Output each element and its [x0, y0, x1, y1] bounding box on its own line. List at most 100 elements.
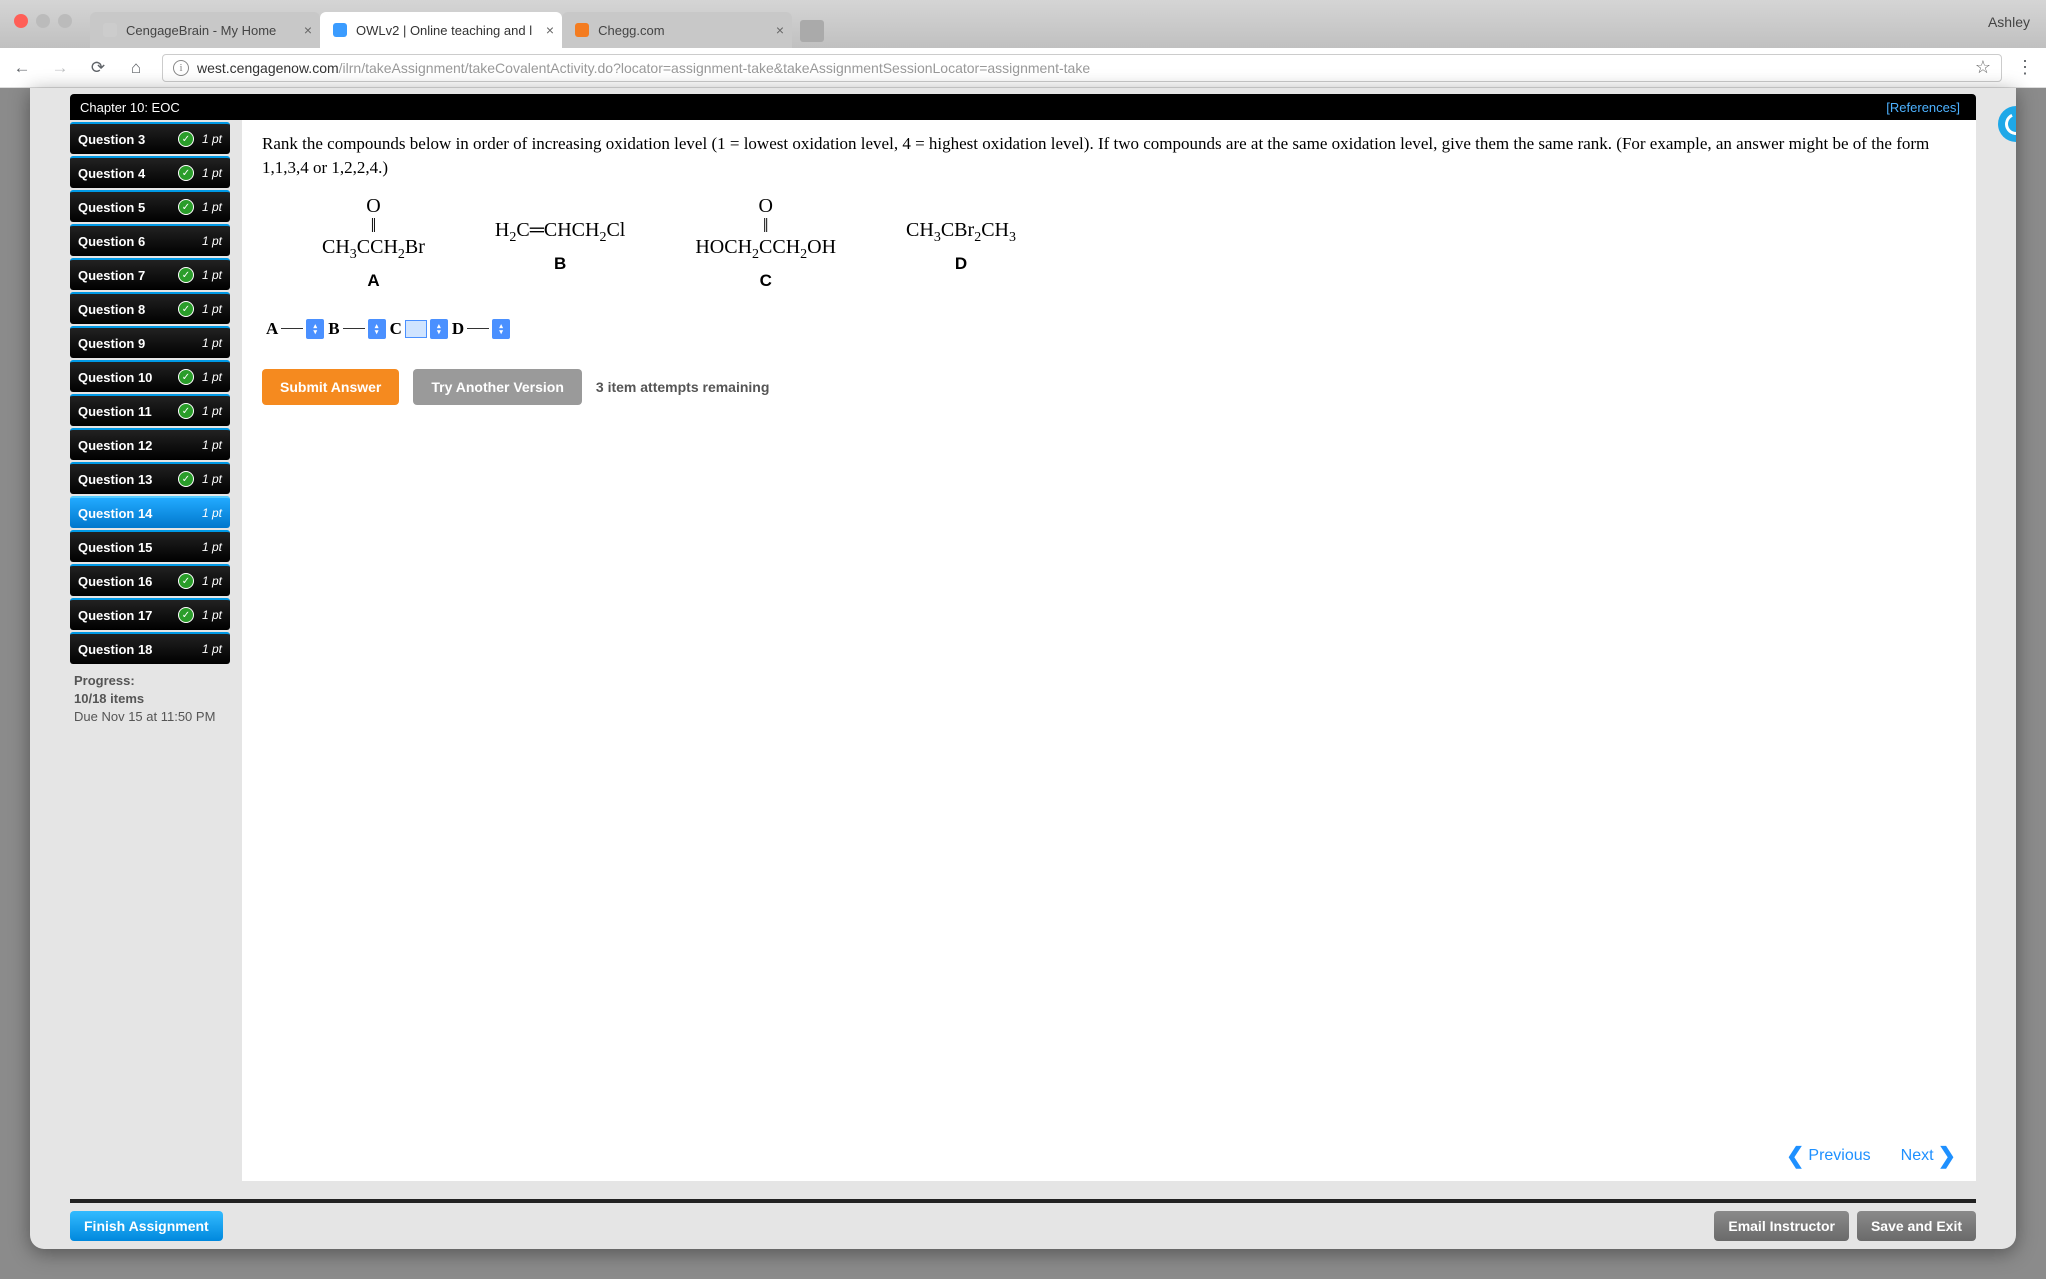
- question-points: 1 pt: [202, 268, 222, 282]
- previous-button[interactable]: ❮Previous: [1786, 1143, 1871, 1169]
- check-icon: ✓: [178, 471, 194, 487]
- compound-label: D: [906, 254, 1016, 274]
- tab-title: CengageBrain - My Home: [126, 23, 276, 38]
- question-panel: Rank the compounds below in order of inc…: [242, 120, 1976, 1181]
- progress-label: Progress:: [74, 672, 226, 690]
- address-bar[interactable]: i west.cengagenow.com/ilrn/takeAssignmen…: [162, 54, 2002, 82]
- bookmark-star-icon[interactable]: ☆: [1975, 57, 1991, 78]
- site-info-icon[interactable]: i: [173, 60, 189, 76]
- rank-spinner[interactable]: [368, 319, 386, 339]
- question-nav-item[interactable]: Question 17✓1 pt: [70, 598, 230, 630]
- compound-formula: CH3CBr2CH3: [906, 196, 1016, 246]
- question-nav-item[interactable]: Question 91 pt: [70, 326, 230, 358]
- question-points: 1 pt: [202, 234, 222, 248]
- answer-blank[interactable]: [343, 328, 365, 329]
- question-nav-item[interactable]: Question 4✓1 pt: [70, 156, 230, 188]
- question-label: Question 18: [78, 642, 202, 657]
- answer-slot: B: [328, 319, 385, 339]
- check-icon: ✓: [178, 573, 194, 589]
- email-instructor-button[interactable]: Email Instructor: [1714, 1211, 1849, 1241]
- question-prompt: Rank the compounds below in order of inc…: [262, 132, 1956, 180]
- submit-answer-button[interactable]: Submit Answer: [262, 369, 399, 405]
- attempts-remaining: 3 item attempts remaining: [596, 379, 770, 395]
- question-nav-item[interactable]: Question 11✓1 pt: [70, 394, 230, 426]
- browser-tab[interactable]: Chegg.com×: [562, 12, 792, 48]
- browser-tab[interactable]: CengageBrain - My Home ×: [90, 12, 320, 48]
- question-points: 1 pt: [202, 472, 222, 486]
- question-nav-item[interactable]: Question 141 pt: [70, 496, 230, 528]
- window-zoom-icon[interactable]: [58, 14, 72, 28]
- question-label: Question 13: [78, 472, 178, 487]
- question-label: Question 10: [78, 370, 178, 385]
- question-nav-item[interactable]: Question 16✓1 pt: [70, 564, 230, 596]
- question-label: Question 11: [78, 404, 178, 419]
- compound-formula: O‖HOCH2CCH2OH: [695, 196, 836, 263]
- answer-label: B: [328, 319, 339, 339]
- compound-label: B: [495, 254, 625, 274]
- answer-slot: D: [452, 319, 510, 339]
- question-label: Question 14: [78, 506, 202, 521]
- compound: H2C═CHCH2ClB: [495, 196, 625, 291]
- profile-name[interactable]: Ashley: [1988, 14, 2030, 30]
- question-points: 1 pt: [202, 166, 222, 180]
- browser-menu-icon[interactable]: ⋮: [2016, 57, 2034, 78]
- next-button[interactable]: Next❯: [1901, 1143, 1956, 1169]
- home-button[interactable]: ⌂: [126, 58, 146, 78]
- question-nav-item[interactable]: Question 10✓1 pt: [70, 360, 230, 392]
- question-points: 1 pt: [202, 506, 222, 520]
- tab-close-icon[interactable]: ×: [776, 22, 784, 38]
- tabs-container: CengageBrain - My Home×OWLv2 | Online te…: [90, 0, 792, 48]
- question-label: Question 9: [78, 336, 202, 351]
- question-label: Question 4: [78, 166, 178, 181]
- references-link[interactable]: [References]: [1886, 100, 1960, 115]
- rank-spinner[interactable]: [492, 319, 510, 339]
- question-label: Question 7: [78, 268, 178, 283]
- question-points: 1 pt: [202, 302, 222, 316]
- question-nav-item[interactable]: Question 61 pt: [70, 224, 230, 256]
- forward-button[interactable]: →: [50, 58, 70, 78]
- rank-spinner[interactable]: [430, 319, 448, 339]
- back-button[interactable]: ←: [12, 58, 32, 78]
- reload-button[interactable]: ⟳: [88, 58, 108, 78]
- answer-blank[interactable]: [405, 320, 427, 338]
- tab-close-icon[interactable]: ×: [304, 22, 312, 38]
- tab-title: OWLv2 | Online teaching and l: [356, 23, 532, 38]
- try-another-button[interactable]: Try Another Version: [413, 369, 582, 405]
- question-label: Question 17: [78, 608, 178, 623]
- question-nav-item[interactable]: Question 7✓ 1 pt: [70, 258, 230, 290]
- window-controls: [14, 14, 72, 28]
- check-icon: ✓: [178, 267, 194, 283]
- page-viewport: Chapter 10: EOC [References] Question 3✓…: [0, 88, 2046, 1279]
- question-label: Question 8: [78, 302, 178, 317]
- question-nav-item[interactable]: Question 5✓1 pt: [70, 190, 230, 222]
- rank-spinner[interactable]: [306, 319, 324, 339]
- question-nav-item[interactable]: Question 151 pt: [70, 530, 230, 562]
- question-nav-item[interactable]: Question 181 pt: [70, 632, 230, 664]
- answer-label: D: [452, 319, 464, 339]
- answer-blank[interactable]: [467, 328, 489, 329]
- finish-assignment-button[interactable]: Finish Assignment: [70, 1211, 223, 1241]
- window-close-icon[interactable]: [14, 14, 28, 28]
- compound: CH3CBr2CH3 D: [906, 196, 1016, 291]
- progress-count: 10/18 items: [74, 690, 226, 708]
- question-nav-item[interactable]: Question 121 pt: [70, 428, 230, 460]
- answer-blank[interactable]: [281, 328, 303, 329]
- chevron-left-icon: ❮: [1786, 1143, 1804, 1169]
- window-minimize-icon[interactable]: [36, 14, 50, 28]
- tab-close-icon[interactable]: ×: [546, 22, 554, 38]
- question-points: 1 pt: [202, 336, 222, 350]
- question-nav-item[interactable]: Question 13✓ 1 pt: [70, 462, 230, 494]
- question-points: 1 pt: [202, 608, 222, 622]
- question-points: 1 pt: [202, 200, 222, 214]
- tab-favicon: [332, 22, 348, 38]
- question-nav-item[interactable]: Question 3✓1 pt: [70, 122, 230, 154]
- due-label: Due Nov 15 at 11:50 PM: [74, 708, 226, 726]
- question-points: 1 pt: [202, 370, 222, 384]
- help-icon[interactable]: [1998, 106, 2016, 142]
- url-text: west.cengagenow.com/ilrn/takeAssignment/…: [197, 60, 1967, 76]
- new-tab-button[interactable]: [800, 20, 824, 42]
- chevron-right-icon: ❯: [1938, 1143, 1956, 1169]
- question-nav-item[interactable]: Question 8✓1 pt: [70, 292, 230, 324]
- browser-tab[interactable]: OWLv2 | Online teaching and l ×: [320, 12, 562, 48]
- save-and-exit-button[interactable]: Save and Exit: [1857, 1211, 1976, 1241]
